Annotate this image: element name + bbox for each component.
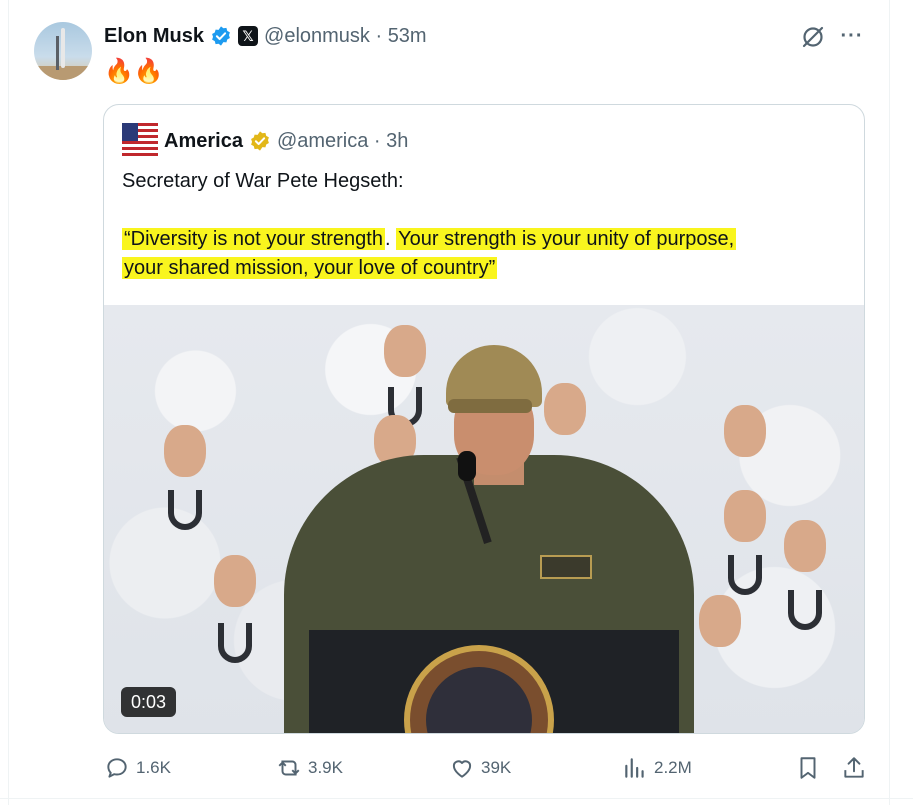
quote-line-2: your shared mission, your love of countr… xyxy=(122,254,852,283)
post-divider xyxy=(0,798,913,799)
views-count: 2.2M xyxy=(654,758,692,777)
speaker-cap-brim xyxy=(448,399,532,413)
plain-text: . xyxy=(384,228,397,250)
bookmark-icon xyxy=(800,757,816,779)
sailor-face xyxy=(164,425,206,477)
video-timer: 0:03 xyxy=(121,687,177,717)
post-actions: 1.6K 3.9K 39K 2.2M xyxy=(104,754,870,782)
share-button[interactable] xyxy=(841,754,867,782)
quoted-author-name[interactable]: America xyxy=(164,130,243,153)
avatar-launch-tower xyxy=(56,36,59,70)
sailor-face xyxy=(544,383,586,435)
author-name[interactable]: Elon Musk xyxy=(104,25,204,48)
repost-button[interactable]: 3.9K xyxy=(276,754,343,782)
sailor-face xyxy=(784,520,826,572)
quoted-author-handle-time[interactable]: @america · 3h xyxy=(277,130,408,153)
timeline-border-left xyxy=(8,0,9,805)
reply-icon xyxy=(107,758,127,778)
quoted-post-text: Secretary of War Pete Hegseth: “Diversit… xyxy=(122,167,852,283)
highlighted-text: Your strength is your unity of purpose, xyxy=(396,228,737,250)
bookmark-button[interactable] xyxy=(795,754,821,782)
like-count: 39K xyxy=(481,758,512,777)
reply-button[interactable]: 1.6K xyxy=(104,754,171,782)
repost-count: 3.9K xyxy=(308,758,343,777)
highlighted-text: “Diversity is not your strength xyxy=(122,228,385,250)
author-handle-time[interactable]: @elonmusk · 53m xyxy=(264,25,427,48)
quote-spacer xyxy=(122,196,852,225)
verified-badge-icon[interactable] xyxy=(210,25,232,47)
quoted-post[interactable]: America @america · 3h Secretary of War P… xyxy=(103,104,865,734)
reply-count: 1.6K xyxy=(136,758,171,777)
gold-verified-badge-icon[interactable] xyxy=(249,130,271,152)
more-options-icon[interactable]: ··· xyxy=(838,24,866,50)
views-icon xyxy=(625,758,644,778)
like-button[interactable]: 39K xyxy=(449,754,511,782)
quote-line-1: “Diversity is not your strength. Your st… xyxy=(122,225,852,254)
sailor-scarf xyxy=(788,590,822,630)
avatar-ground xyxy=(34,66,92,80)
us-flag-avatar[interactable] xyxy=(122,123,158,159)
quoted-post-header: America @america · 3h xyxy=(122,123,408,159)
grok-icon[interactable] xyxy=(800,24,826,50)
highlighted-text: your shared mission, your love of countr… xyxy=(122,257,498,279)
timeline-border-right xyxy=(889,0,890,805)
author-avatar[interactable] xyxy=(34,22,92,80)
sailor-face xyxy=(724,490,766,542)
views-button[interactable]: 2.2M xyxy=(622,754,692,782)
microphone xyxy=(458,451,476,481)
sailor-scarf xyxy=(168,490,202,530)
repost-icon xyxy=(278,760,300,776)
sailor-face xyxy=(384,325,426,377)
video-player[interactable]: 0:03 xyxy=(104,305,864,733)
post-header: Elon Musk 𝕏 @elonmusk · 53m xyxy=(104,22,427,50)
sailor-scarf xyxy=(218,623,252,663)
sailor-face xyxy=(724,405,766,457)
share-icon xyxy=(844,757,864,778)
avatar-rocket xyxy=(61,28,65,68)
like-icon xyxy=(452,760,472,778)
sailor-face xyxy=(214,555,256,607)
x-affiliate-badge-icon[interactable]: 𝕏 xyxy=(238,26,259,46)
sailor-scarf xyxy=(728,555,762,595)
quote-intro: Secretary of War Pete Hegseth: xyxy=(122,170,404,192)
jacket-name-patch xyxy=(540,555,592,579)
post-text: 🔥🔥 xyxy=(104,58,164,85)
sailor-face xyxy=(699,595,741,647)
